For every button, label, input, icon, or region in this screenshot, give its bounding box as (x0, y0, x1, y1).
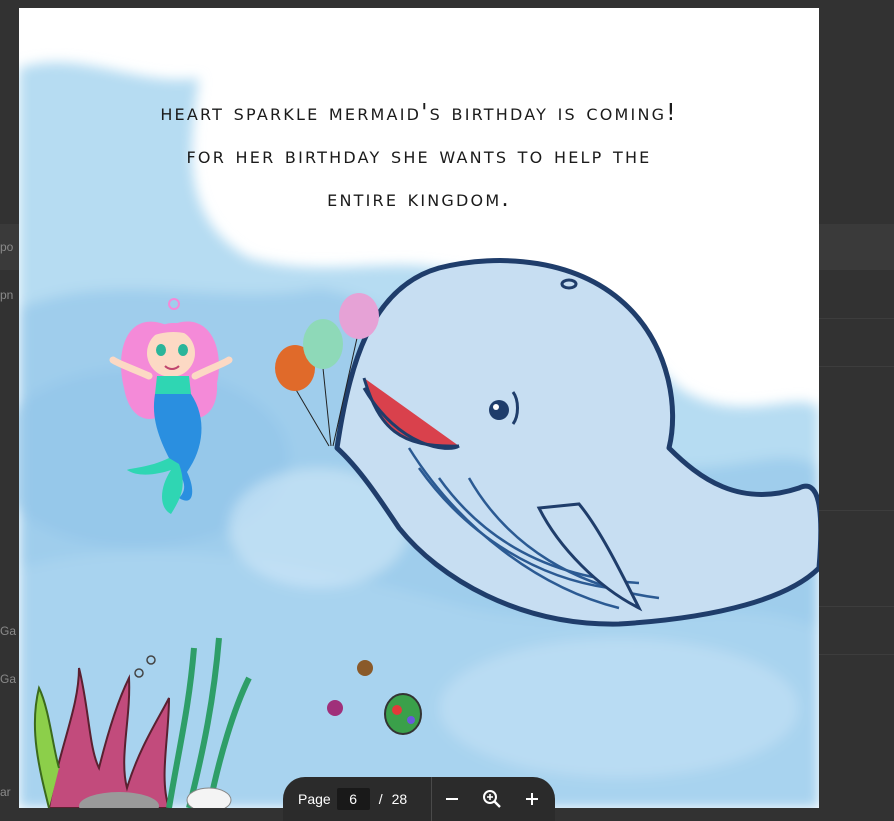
zoom-fit-button[interactable] (472, 777, 512, 821)
page-label: Page (298, 791, 331, 807)
background-text-fragment: ar (0, 785, 11, 799)
background-text-fragment: po (0, 240, 14, 254)
pdf-viewer-toolbar: Page 6 / 28 (283, 777, 555, 821)
story-line-1: HEART SPARKLE MERMAID'S BIRTHDAY IS COMI… (160, 100, 678, 126)
current-page-input[interactable]: 6 (336, 788, 370, 810)
book-page: HEART SPARKLE MERMAID'S BIRTHDAY IS COMI… (19, 8, 819, 808)
background-text-fragment: pn (0, 288, 14, 302)
background-divider (819, 654, 894, 655)
background-divider (819, 366, 894, 367)
background-divider (819, 318, 894, 319)
background-text-fragment: Ga (0, 672, 17, 686)
zoom-out-button[interactable] (432, 777, 472, 821)
background-divider (819, 606, 894, 607)
zoom-in-button[interactable] (512, 777, 552, 821)
page-indicator: Page 6 / 28 (283, 788, 431, 810)
magnifier-icon (483, 790, 501, 808)
total-pages: 28 (391, 791, 408, 807)
background-divider (819, 510, 894, 511)
background-text-fragment: Ga (0, 624, 17, 638)
story-line-2: FOR HER BIRTHDAY SHE WANTS TO HELP THE (186, 143, 652, 169)
story-line-3: ENTIRE KINGDOM. (327, 186, 511, 212)
plus-icon (526, 793, 538, 805)
page-separator: / (378, 791, 383, 807)
minus-icon (446, 798, 458, 800)
story-text: HEART SPARKLE MERMAID'S BIRTHDAY IS COMI… (19, 92, 819, 221)
